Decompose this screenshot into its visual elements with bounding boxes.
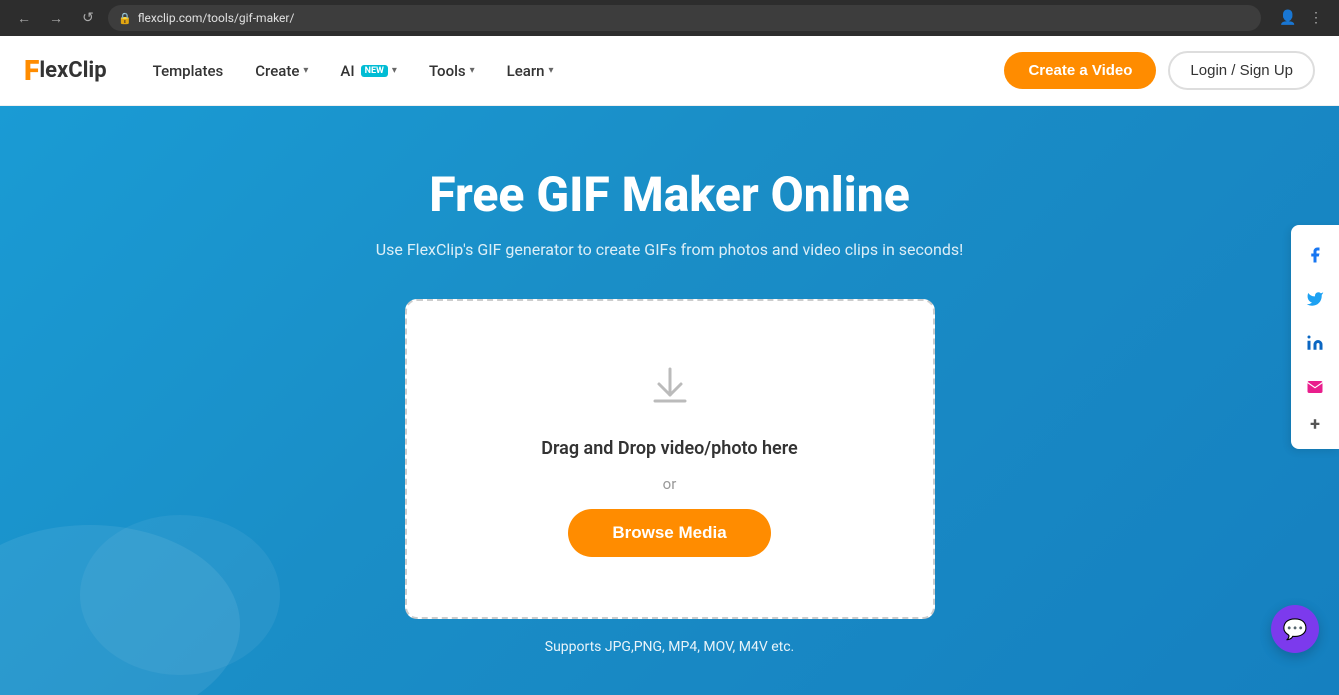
create-video-button[interactable]: Create a Video	[1004, 52, 1156, 89]
nav-item-ai[interactable]: AI NEW ▾	[326, 54, 411, 88]
hero-subtitle: Use FlexClip's GIF generator to create G…	[376, 240, 964, 259]
supports-text: Supports JPG,PNG, MP4, MOV, M4V etc.	[545, 639, 795, 655]
nav-item-templates[interactable]: Templates	[139, 54, 238, 88]
reload-button[interactable]: ↺	[76, 6, 100, 30]
hero-section: Free GIF Maker Online Use FlexClip's GIF…	[0, 106, 1339, 695]
twitter-share-button[interactable]	[1295, 279, 1335, 319]
nav-links: Templates Create ▾ AI NEW ▾ Tools ▾ Lear…	[139, 54, 1005, 88]
upload-dropzone[interactable]: Drag and Drop video/photo here or Browse…	[405, 299, 935, 619]
hero-title: Free GIF Maker Online	[429, 166, 909, 224]
menu-icon[interactable]: ⋮	[1305, 7, 1327, 29]
nav-item-create[interactable]: Create ▾	[241, 54, 322, 88]
email-share-button[interactable]	[1295, 367, 1335, 407]
chevron-down-icon: ▾	[549, 65, 554, 76]
download-icon	[645, 361, 695, 418]
lock-icon: 🔒	[118, 12, 132, 25]
browser-chrome: ← → ↺ 🔒 flexclip.com/tools/gif-maker/ 👤 …	[0, 0, 1339, 36]
upload-prompt-text: Drag and Drop video/photo here	[541, 438, 797, 459]
address-bar[interactable]: 🔒 flexclip.com/tools/gif-maker/	[108, 5, 1261, 31]
chevron-down-icon: ▾	[470, 65, 475, 76]
social-sidebar: +	[1291, 225, 1339, 449]
url-text: flexclip.com/tools/gif-maker/	[138, 11, 295, 25]
chat-button[interactable]: 💬	[1271, 605, 1319, 653]
facebook-share-button[interactable]	[1295, 235, 1335, 275]
browser-actions: 👤 ⋮	[1277, 7, 1327, 29]
nav-item-learn[interactable]: Learn ▾	[493, 54, 568, 88]
social-more-button[interactable]: +	[1295, 409, 1335, 441]
logo-f: F	[24, 57, 39, 85]
browse-media-button[interactable]: Browse Media	[568, 509, 770, 557]
logo-text: lexClip	[39, 60, 106, 82]
forward-button[interactable]: →	[44, 6, 68, 30]
ai-new-badge: NEW	[361, 65, 388, 77]
upload-or-text: or	[663, 475, 677, 493]
chevron-down-icon: ▾	[303, 65, 308, 76]
back-button[interactable]: ←	[12, 6, 36, 30]
navbar-actions: Create a Video Login / Sign Up	[1004, 51, 1315, 90]
profile-icon[interactable]: 👤	[1277, 7, 1299, 29]
chevron-down-icon: ▾	[392, 65, 397, 76]
chat-icon: 💬	[1283, 617, 1308, 641]
login-signup-button[interactable]: Login / Sign Up	[1168, 51, 1315, 90]
linkedin-share-button[interactable]	[1295, 323, 1335, 363]
navbar: F lexClip Templates Create ▾ AI NEW ▾ To…	[0, 36, 1339, 106]
logo[interactable]: F lexClip	[24, 57, 107, 85]
nav-item-tools[interactable]: Tools ▾	[415, 54, 489, 88]
